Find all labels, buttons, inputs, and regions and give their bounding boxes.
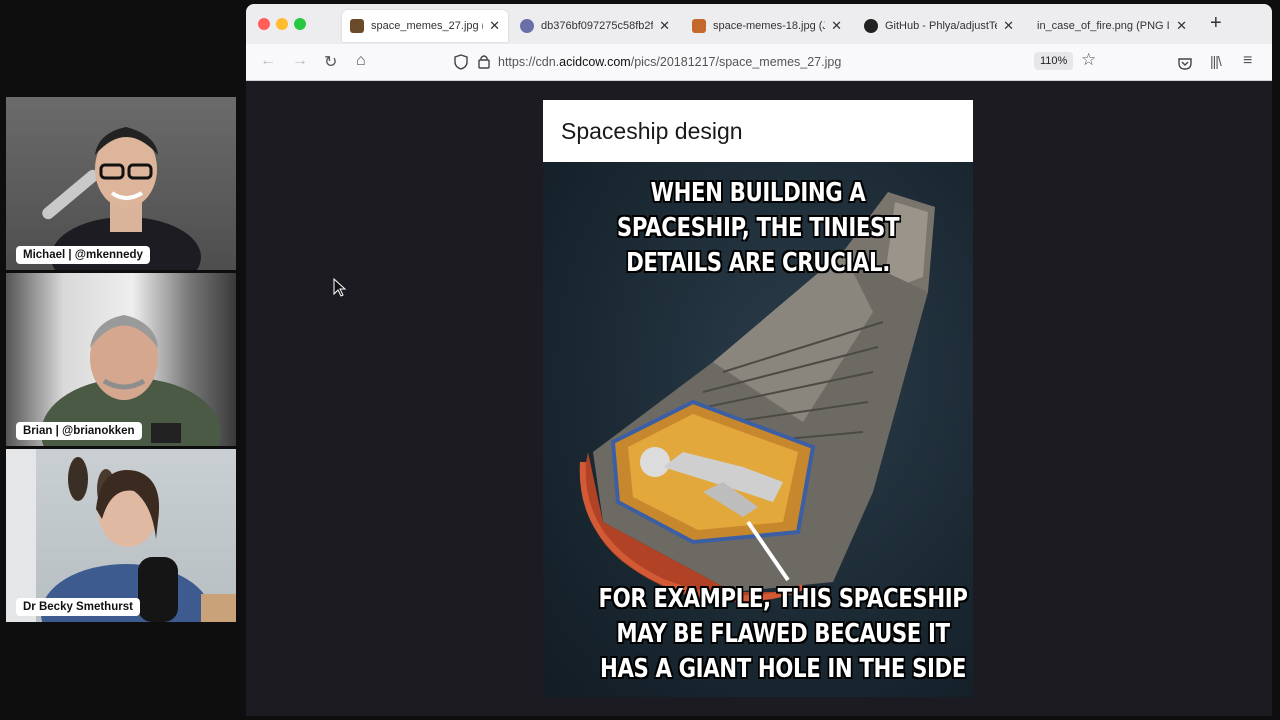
maximize-window-button[interactable] xyxy=(294,18,306,30)
tab-title: space-memes-18.jpg (JPE xyxy=(713,20,825,32)
participant-video-michael xyxy=(42,127,201,270)
participant-tile-michael: Michael | @mkennedy xyxy=(6,97,236,270)
home-icon[interactable]: ⌂ xyxy=(356,52,366,70)
hourglass-favicon-icon xyxy=(692,19,706,33)
close-tab-icon[interactable]: ✕ xyxy=(659,18,670,34)
meme-title: Spaceship design xyxy=(561,118,743,144)
planet-favicon-icon xyxy=(520,19,534,33)
back-arrow-icon[interactable]: ← xyxy=(260,52,276,70)
tab-in-case-of-fire[interactable]: in_case_of_fire.png (PNG Ima ✕ xyxy=(1029,10,1195,42)
page-content: Spaceship design WHEN BUILDING A SPACESH… xyxy=(246,81,1272,716)
menu-hamburger-icon[interactable]: ≡ xyxy=(1243,52,1252,70)
tab-bar: space_memes_27.jpg (JPE ✕ db376bf097275c… xyxy=(246,4,1272,44)
tab-space-memes-27[interactable]: space_memes_27.jpg (JPE ✕ xyxy=(342,10,508,42)
participant-video-becky xyxy=(6,449,236,622)
browser-window: space_memes_27.jpg (JPE ✕ db376bf097275c… xyxy=(246,4,1272,716)
meme-illustration: WHEN BUILDING A SPACESHIP, THE TINIEST D… xyxy=(543,162,973,697)
github-icon xyxy=(864,19,878,33)
new-tab-button[interactable]: + xyxy=(1210,12,1222,35)
participant-tile-becky: Dr Becky Smethurst xyxy=(6,449,236,622)
minimize-window-button[interactable] xyxy=(276,18,288,30)
tracking-shield-icon[interactable] xyxy=(454,54,468,70)
image-favicon-icon xyxy=(350,19,364,33)
url-text[interactable]: https://cdn.acidcow.com/pics/20181217/sp… xyxy=(498,55,841,69)
tab-space-memes-18[interactable]: space-memes-18.jpg (JPE ✕ xyxy=(684,10,850,42)
bookmark-star-icon[interactable]: ☆ xyxy=(1081,50,1096,70)
pocket-icon[interactable] xyxy=(1178,57,1192,70)
meme-header: Spaceship design xyxy=(543,100,973,162)
close-tab-icon[interactable]: ✕ xyxy=(1176,18,1187,34)
close-tab-icon[interactable]: ✕ xyxy=(489,18,500,34)
url-prefix: https://cdn. xyxy=(498,55,560,69)
tab-title: db376bf097275c58fb2f6 xyxy=(541,20,654,32)
caption-line: DETAILS ARE CRUCIAL. xyxy=(626,248,890,278)
tab-github-adjusttext[interactable]: GitHub - Phlya/adjustText ✕ xyxy=(856,10,1022,42)
tab-title: space_memes_27.jpg (JPE xyxy=(371,20,483,32)
caption-line: SPACESHIP, THE TINIEST xyxy=(616,213,900,243)
lock-icon[interactable] xyxy=(478,54,490,69)
participant-name: Dr Becky Smethurst xyxy=(16,598,140,616)
caption-line: HAS A GIANT HOLE IN THE SIDE xyxy=(600,654,966,684)
participant-name: Brian | @brianokken xyxy=(16,422,142,440)
forward-arrow-icon[interactable]: → xyxy=(292,52,308,70)
caption-line: FOR EXAMPLE, THIS SPACESHIP xyxy=(598,584,968,614)
close-window-button[interactable] xyxy=(258,18,270,30)
caption-line: WHEN BUILDING A xyxy=(650,178,866,208)
url-domain: acidcow.com xyxy=(559,55,631,69)
navigation-bar: ← → ↻ ⌂ https://cdn.acidcow.com/pics/201… xyxy=(246,44,1272,81)
tab-db376bf[interactable]: db376bf097275c58fb2f6 ✕ xyxy=(512,10,678,42)
library-icon[interactable]: |||\ xyxy=(1210,53,1222,69)
tab-title: in_case_of_fire.png (PNG Ima xyxy=(1037,20,1170,32)
close-tab-icon[interactable]: ✕ xyxy=(831,18,842,34)
close-tab-icon[interactable]: ✕ xyxy=(1003,18,1014,34)
tab-title: GitHub - Phlya/adjustText xyxy=(885,20,998,32)
mouse-cursor-icon xyxy=(333,278,347,297)
meme-top-caption: WHEN BUILDING A SPACESHIP, THE TINIEST D… xyxy=(561,176,955,281)
participant-video-brian xyxy=(41,315,221,446)
participant-name: Michael | @mkennedy xyxy=(16,246,150,264)
caption-line: MAY BE FLAWED BECAUSE IT xyxy=(616,619,950,649)
reload-icon[interactable]: ↻ xyxy=(324,52,337,72)
url-path: /pics/20181217/space_memes_27.jpg xyxy=(630,55,842,69)
meme-image: Spaceship design WHEN BUILDING A SPACESH… xyxy=(543,100,973,697)
zoom-level-button[interactable]: 110% xyxy=(1034,52,1074,70)
meme-bottom-caption: FOR EXAMPLE, THIS SPACESHIP MAY BE FLAWE… xyxy=(570,582,973,687)
participant-tile-brian: Brian | @brianokken xyxy=(6,273,236,446)
address-bar[interactable]: https://cdn.acidcow.com/pics/20181217/sp… xyxy=(446,49,1106,75)
